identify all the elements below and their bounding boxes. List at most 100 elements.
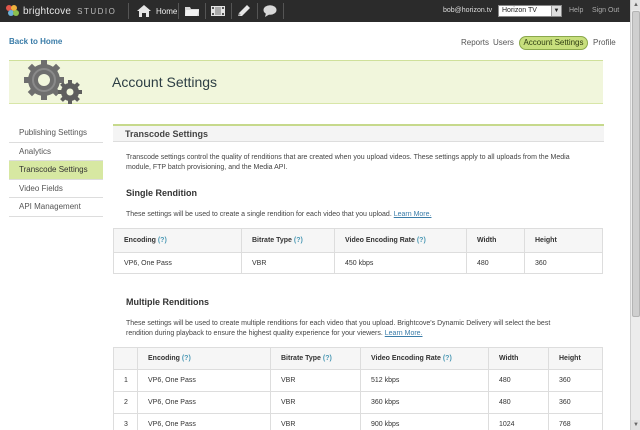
chat-icon bbox=[263, 5, 277, 17]
rate-header-label: Video Encoding Rate bbox=[371, 355, 441, 362]
single-rendition-desc-text: These settings will be used to create a … bbox=[126, 211, 392, 218]
multiple-renditions-desc-text: These settings will be used to create mu… bbox=[126, 320, 551, 337]
cell-encoding: VP6, One Pass bbox=[137, 369, 271, 392]
scrollbar-thumb[interactable] bbox=[632, 11, 640, 317]
cell-index: 3 bbox=[113, 413, 138, 430]
intro-text: Transcode settings control the quality o… bbox=[126, 154, 570, 171]
single-learn-more-link[interactable]: Learn More. bbox=[394, 211, 432, 218]
user-email: bob@horizon.tv bbox=[443, 7, 493, 14]
help-icon[interactable]: (?) bbox=[417, 237, 426, 244]
page-scrollbar[interactable]: ▲ ▼ bbox=[630, 0, 640, 430]
brand-name: brightcove bbox=[23, 5, 72, 17]
cell-index: 2 bbox=[113, 391, 138, 414]
page-header-band bbox=[9, 60, 603, 104]
cell-height: 360 bbox=[548, 391, 603, 414]
encoding-header-label: Encoding bbox=[124, 237, 156, 244]
nav-profile[interactable]: Profile bbox=[593, 38, 616, 47]
top-bar: brightcove STUDIO Home bob@horizon.tv Ho… bbox=[0, 0, 630, 22]
cell-encoding: VP6, One Pass bbox=[137, 413, 271, 430]
cell-rate: 900 kbps bbox=[360, 413, 489, 430]
nav-divider bbox=[205, 3, 206, 19]
multiple-renditions-desc: These settings will be used to create mu… bbox=[126, 319, 566, 339]
section-title: Transcode Settings bbox=[113, 124, 604, 142]
folder-nav-button[interactable] bbox=[184, 3, 200, 19]
sidebar-item-video-fields[interactable]: Video Fields bbox=[9, 180, 103, 198]
bitrate-header-label: Bitrate Type bbox=[252, 237, 292, 244]
nav-divider bbox=[283, 3, 284, 19]
sidebar-item-analytics[interactable]: Analytics bbox=[9, 143, 103, 161]
product-name: STUDIO bbox=[77, 6, 117, 16]
help-icon[interactable]: (?) bbox=[294, 237, 303, 244]
sidebar-item-publishing-settings[interactable]: Publishing Settings bbox=[9, 124, 103, 143]
nav-divider bbox=[231, 3, 232, 19]
page-title: Account Settings bbox=[112, 74, 218, 90]
sidebar-item-transcode-settings[interactable]: Transcode Settings bbox=[9, 161, 103, 180]
nav-reports[interactable]: Reports bbox=[461, 38, 489, 47]
chevron-down-icon[interactable]: ▼ bbox=[551, 6, 561, 16]
sidebar-item-api-management[interactable]: API Management bbox=[9, 198, 103, 217]
multiple-renditions-table: Encoding (?) Bitrate Type (?) Video Enco… bbox=[113, 347, 603, 430]
cell-width: 1024 bbox=[488, 413, 549, 430]
column-header-width: Width bbox=[466, 228, 525, 253]
help-icon[interactable]: (?) bbox=[158, 237, 167, 244]
brightcove-logo[interactable]: brightcove STUDIO bbox=[6, 4, 116, 18]
media-nav-button[interactable] bbox=[210, 3, 226, 19]
column-header-encoding: Encoding (?) bbox=[113, 228, 242, 253]
table-row[interactable]: 1 VP6, One Pass VBR 512 kbps 480 360 bbox=[113, 369, 603, 392]
cell-rate: 360 kbps bbox=[360, 391, 489, 414]
cell-bitrate: VBR bbox=[270, 413, 361, 430]
column-header-bitrate: Bitrate Type (?) bbox=[241, 228, 335, 253]
help-icon[interactable]: (?) bbox=[182, 355, 191, 362]
multiple-renditions-title: Multiple Renditions bbox=[126, 297, 209, 307]
table-row[interactable]: VP6, One Pass VBR 450 kbps 480 360 bbox=[113, 252, 603, 274]
chat-nav-button[interactable] bbox=[262, 3, 278, 19]
account-select-value: Horizon TV bbox=[502, 7, 537, 14]
back-to-home-link[interactable]: Back to Home bbox=[9, 37, 62, 46]
transcode-settings-panel: Transcode Settings bbox=[113, 124, 604, 142]
column-header-rate: Video Encoding Rate (?) bbox=[334, 228, 467, 253]
cell-width: 480 bbox=[466, 252, 525, 274]
publishing-nav-button[interactable] bbox=[236, 3, 252, 19]
nav-divider bbox=[178, 3, 179, 19]
encoding-header-label: Encoding bbox=[148, 355, 180, 362]
single-rendition-title: Single Rendition bbox=[126, 188, 197, 198]
help-icon[interactable]: (?) bbox=[323, 355, 332, 362]
table-row[interactable]: 3 VP6, One Pass VBR 900 kbps 1024 768 bbox=[113, 413, 603, 430]
media-icon bbox=[211, 6, 225, 16]
column-header-bitrate: Bitrate Type (?) bbox=[270, 347, 361, 370]
cell-bitrate: VBR bbox=[241, 252, 335, 274]
home-icon bbox=[137, 5, 151, 17]
scroll-down-icon[interactable]: ▼ bbox=[631, 420, 640, 430]
column-header-width: Width bbox=[488, 347, 549, 370]
cell-rate: 450 kbps bbox=[334, 252, 467, 274]
cell-rate: 512 kbps bbox=[360, 369, 489, 392]
nav-users[interactable]: Users bbox=[493, 38, 514, 47]
home-nav-button[interactable]: Home bbox=[136, 3, 177, 19]
multiple-learn-more-link[interactable]: Learn More. bbox=[385, 330, 423, 337]
cell-bitrate: VBR bbox=[270, 391, 361, 414]
cell-height: 360 bbox=[548, 369, 603, 392]
account-select[interactable]: Horizon TV ▼ bbox=[498, 5, 562, 17]
column-header-index bbox=[113, 347, 138, 370]
table-row[interactable]: 2 VP6, One Pass VBR 360 kbps 480 360 bbox=[113, 391, 603, 414]
cell-encoding: VP6, One Pass bbox=[113, 252, 242, 274]
nav-account-settings[interactable]: Account Settings bbox=[519, 36, 588, 50]
help-icon[interactable]: (?) bbox=[443, 355, 452, 362]
rate-header-label: Video Encoding Rate bbox=[345, 237, 415, 244]
settings-sidebar: Publishing Settings Analytics Transcode … bbox=[9, 124, 103, 217]
cell-width: 480 bbox=[488, 369, 549, 392]
cell-index: 1 bbox=[113, 369, 138, 392]
gears-icon bbox=[24, 60, 82, 104]
column-header-encoding: Encoding (?) bbox=[137, 347, 271, 370]
help-link[interactable]: Help bbox=[569, 7, 583, 14]
folder-icon bbox=[185, 7, 199, 16]
sign-out-link[interactable]: Sign Out bbox=[592, 7, 619, 14]
cell-width: 480 bbox=[488, 391, 549, 414]
column-header-height: Height bbox=[548, 347, 603, 370]
scroll-up-icon[interactable]: ▲ bbox=[631, 0, 640, 10]
bitrate-header-label: Bitrate Type bbox=[281, 355, 321, 362]
cell-bitrate: VBR bbox=[270, 369, 361, 392]
column-header-height: Height bbox=[524, 228, 603, 253]
home-nav-label: Home bbox=[156, 6, 178, 16]
cell-encoding: VP6, One Pass bbox=[137, 391, 271, 414]
